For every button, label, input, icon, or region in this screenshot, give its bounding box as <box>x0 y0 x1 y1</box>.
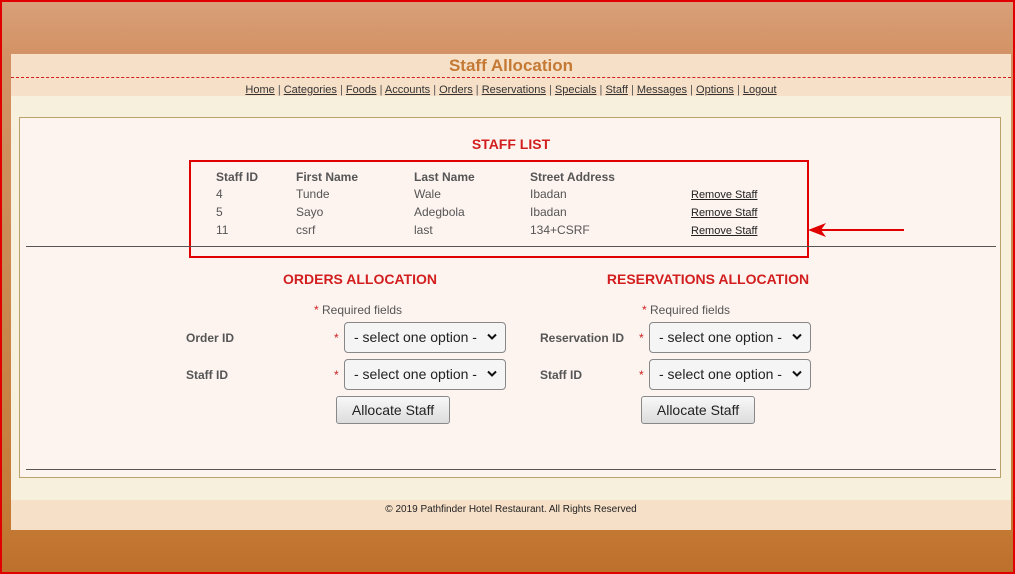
orders-allocate-staff-button[interactable]: Allocate Staff <box>336 396 450 424</box>
staff-table: Staff ID First Name Last Name Street Add… <box>216 168 801 239</box>
reservations-staff-id-select[interactable]: - select one option - <box>649 359 811 390</box>
nav-accounts[interactable]: Accounts <box>385 84 430 96</box>
cell-address: 134+CSRF <box>530 223 590 237</box>
orders-required-note: * Required fields <box>314 303 403 317</box>
reservations-allocate-staff-button[interactable]: Allocate Staff <box>641 396 755 424</box>
col-first-name: First Name <box>296 169 359 184</box>
staff-list-highlight: Staff ID First Name Last Name Street Add… <box>189 160 809 258</box>
section-divider <box>26 246 996 247</box>
col-staff-id: Staff ID <box>216 169 258 184</box>
nav-logout[interactable]: Logout <box>743 84 777 96</box>
reservations-allocation-heading: RESERVATIONS ALLOCATION <box>606 271 810 287</box>
required-star: * <box>639 368 644 382</box>
nav-options[interactable]: Options <box>696 84 734 96</box>
required-star: * <box>639 331 644 345</box>
reservation-id-select[interactable]: - select one option - <box>649 322 811 353</box>
nav-categories[interactable]: Categories <box>284 84 337 96</box>
reservations-staff-id-label: Staff ID <box>540 368 582 382</box>
chevron-down-icon <box>487 333 497 340</box>
main-content: STAFF LIST Staff ID First Name Last Name… <box>19 117 1001 478</box>
staff-list-heading: STAFF LIST <box>471 136 551 152</box>
remove-staff-link[interactable]: Remove Staff <box>691 189 757 201</box>
bottom-divider <box>26 469 996 470</box>
orders-staff-id-label: Staff ID <box>186 368 228 382</box>
cell-staff-id: 11 <box>216 223 229 237</box>
copyright-text: © 2019 Pathfinder Hotel Restaurant. All … <box>385 504 637 515</box>
annotation-arrow-icon <box>808 223 904 237</box>
required-star: * <box>334 368 339 382</box>
reservation-id-label: Reservation ID <box>540 331 625 345</box>
col-street-address: Street Address <box>530 169 615 184</box>
nav-staff[interactable]: Staff <box>605 84 627 96</box>
nav-orders[interactable]: Orders <box>439 84 473 96</box>
cell-address: Ibadan <box>530 187 567 201</box>
footer: © 2019 Pathfinder Hotel Restaurant. All … <box>11 500 1011 530</box>
table-row: 5 Sayo Adegbola Ibadan Remove Staff <box>216 203 801 221</box>
cell-last-name: Wale <box>414 187 441 201</box>
col-action <box>691 168 801 185</box>
page-title: Staff Allocation <box>448 56 574 75</box>
remove-staff-link[interactable]: Remove Staff <box>691 207 757 219</box>
chevron-down-icon <box>792 370 802 377</box>
cell-first-name: csrf <box>296 223 316 237</box>
orders-allocation-heading: ORDERS ALLOCATION <box>283 271 437 287</box>
orders-staff-id-select[interactable]: - select one option - <box>344 359 506 390</box>
staff-table-header: Staff ID First Name Last Name Street Add… <box>216 168 801 185</box>
cell-last-name: Adegbola <box>414 205 465 219</box>
chevron-down-icon <box>792 333 802 340</box>
nav-home[interactable]: Home <box>245 84 274 96</box>
nav-messages[interactable]: Messages <box>637 84 687 96</box>
col-last-name: Last Name <box>414 169 475 184</box>
cell-first-name: Tunde <box>296 187 330 201</box>
order-id-label: Order ID <box>186 331 235 345</box>
main-nav: Home | Categories | Foods | Accounts | O… <box>245 84 777 96</box>
page-container: Staff Allocation Home | Categories | Foo… <box>11 54 1011 530</box>
header: Staff Allocation Home | Categories | Foo… <box>11 54 1011 96</box>
table-row: 11 csrf last 134+CSRF Remove Staff <box>216 221 801 239</box>
required-star: * <box>334 331 339 345</box>
header-divider <box>11 77 1011 78</box>
remove-staff-link[interactable]: Remove Staff <box>691 225 757 237</box>
cell-last-name: last <box>414 223 433 237</box>
cell-staff-id: 5 <box>216 205 223 219</box>
nav-specials[interactable]: Specials <box>555 84 597 96</box>
reservations-required-note: * Required fields <box>642 303 731 317</box>
cell-staff-id: 4 <box>216 187 223 201</box>
order-id-select[interactable]: - select one option - <box>344 322 506 353</box>
table-row: 4 Tunde Wale Ibadan Remove Staff <box>216 185 801 203</box>
cell-address: Ibadan <box>530 205 567 219</box>
nav-foods[interactable]: Foods <box>346 84 377 96</box>
cell-first-name: Sayo <box>296 205 324 219</box>
nav-reservations[interactable]: Reservations <box>482 84 546 96</box>
chevron-down-icon <box>487 370 497 377</box>
